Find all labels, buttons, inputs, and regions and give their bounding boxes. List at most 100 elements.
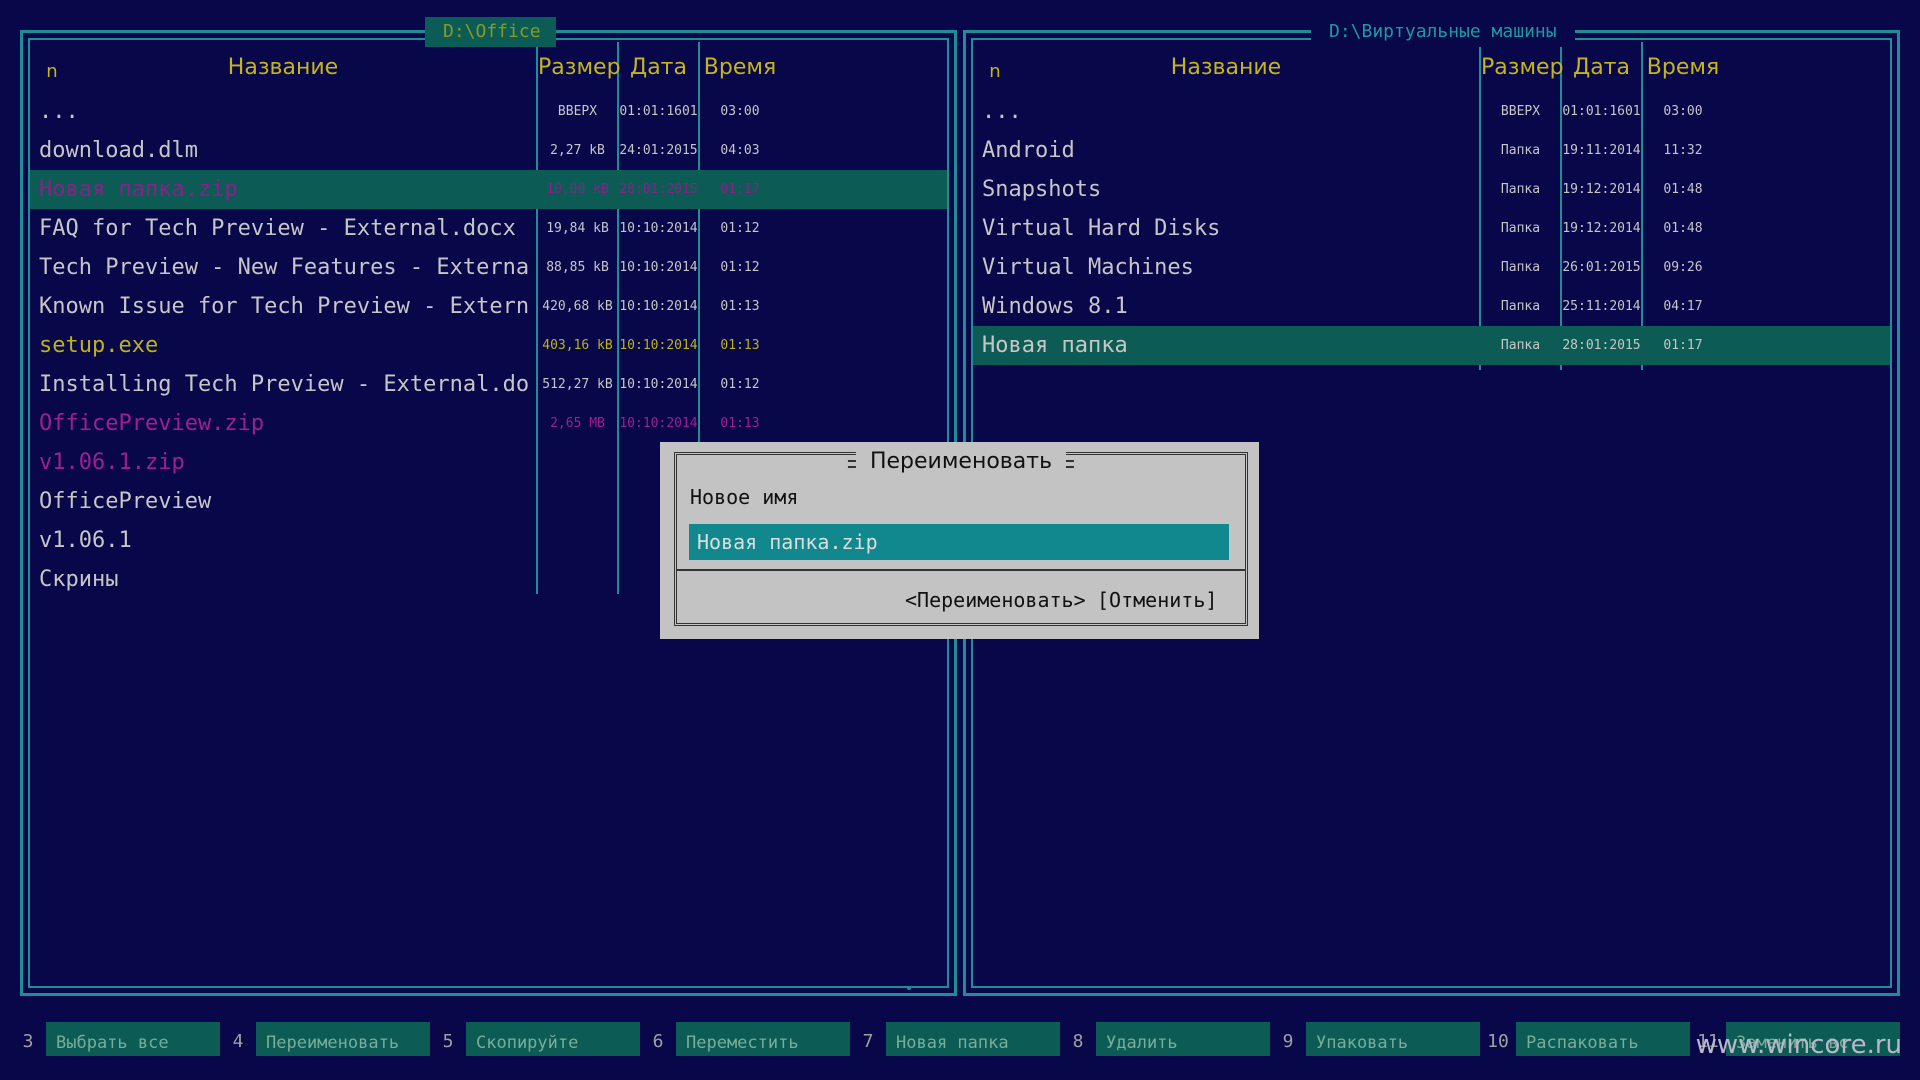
file-name: ... — [39, 99, 79, 124]
rename-button[interactable]: <Переименовать> — [905, 588, 1086, 612]
function-key-button[interactable]: Упаковать — [1306, 1022, 1480, 1056]
file-date: 10:10:2014 — [619, 338, 698, 353]
file-size: Папка — [1500, 260, 1541, 275]
left-panel-path: D:\Office — [425, 17, 556, 47]
file-size: Папка — [1500, 182, 1541, 197]
header-time[interactable]: Время — [700, 50, 780, 86]
header-date[interactable]: Дата — [619, 50, 698, 86]
rename-dialog: Переименовать Новое имя <Переименовать> … — [660, 442, 1259, 639]
file-date: 19:12:2014 — [1562, 182, 1641, 197]
header-name[interactable]: Название — [973, 50, 1479, 86]
file-name: Installing Tech Preview - External.docx — [39, 372, 529, 397]
file-name: Tech Preview - New Features - External.d… — [39, 255, 529, 280]
header-date[interactable]: Дата — [1562, 50, 1641, 86]
file-time: 09:26 — [1663, 260, 1703, 275]
file-size: Папка — [1500, 299, 1541, 314]
file-row[interactable]: OfficePreview.zip 2,65 MB 10:10:2014 01:13 — [30, 404, 947, 443]
file-time: 01:13 — [720, 338, 760, 353]
file-name: Known Issue for Tech Preview - External.… — [39, 294, 529, 319]
file-size — [538, 521, 617, 560]
file-time: 03:00 — [720, 104, 760, 119]
file-date: 10:10:2014 — [619, 377, 698, 392]
file-time: 01:13 — [720, 416, 760, 431]
file-name: v1.06.1 — [39, 528, 132, 553]
file-name: download.dlm — [39, 138, 198, 163]
file-row[interactable]: Virtual Hard Disks Папка 19:12:2014 01:48 — [973, 209, 1890, 248]
function-key-button[interactable]: Переименовать — [256, 1022, 430, 1056]
function-key-button[interactable]: Выбрать все — [46, 1022, 220, 1056]
function-key-number: 10 — [1487, 1031, 1509, 1052]
file-size: 2,65 MB — [550, 416, 605, 431]
file-time: 01:13 — [720, 299, 760, 314]
file-name: Snapshots — [982, 177, 1102, 202]
function-key-button[interactable]: Переместить — [676, 1022, 850, 1056]
file-row[interactable]: Новая папка Папка 28:01:2015 01:17 — [973, 326, 1890, 365]
file-row[interactable]: Android Папка 19:11:2014 11:32 — [973, 131, 1890, 170]
file-row[interactable]: Installing Tech Preview - External.docx 5… — [30, 365, 947, 404]
file-time: 01:12 — [720, 377, 760, 392]
file-time: 01:17 — [1663, 338, 1703, 353]
file-row[interactable]: download.dlm 2,27 kB 24:01:2015 04:03 — [30, 131, 947, 170]
header-time[interactable]: Время — [1643, 50, 1723, 86]
header-size[interactable]: Размер — [538, 50, 621, 86]
function-key-button[interactable]: Распаковать — [1516, 1022, 1690, 1056]
function-key-button[interactable]: Удалить — [1096, 1022, 1270, 1056]
file-date: 10:10:2014 — [619, 221, 698, 236]
function-key-number: 4 — [232, 1031, 244, 1052]
file-row[interactable]: Virtual Machines Папка 26:01:2015 09:26 — [973, 248, 1890, 287]
file-size: 10,00 kB — [546, 182, 609, 197]
function-key-number: 9 — [1282, 1031, 1294, 1052]
file-time: 01:12 — [720, 221, 760, 236]
file-date: 19:12:2014 — [1562, 221, 1641, 236]
file-time: 01:48 — [1663, 221, 1703, 236]
file-size: Папка — [1500, 221, 1541, 236]
file-date: 25:11:2014 — [1562, 299, 1641, 314]
file-name: setup.exe — [39, 333, 159, 358]
file-size: 512,27 kB — [542, 377, 613, 392]
header-name[interactable]: Название — [30, 50, 536, 86]
file-time: 11:32 — [1663, 143, 1703, 158]
new-name-input[interactable] — [689, 524, 1229, 560]
cancel-button[interactable]: [Отменить] — [1097, 588, 1217, 612]
file-row[interactable]: Snapshots Папка 19:12:2014 01:48 — [973, 170, 1890, 209]
file-size — [538, 443, 617, 482]
file-row[interactable]: ... ВВЕРХ 01:01:1601 03:00 — [30, 92, 947, 131]
file-size — [538, 560, 617, 599]
file-name: Virtual Machines — [982, 255, 1194, 280]
file-time: 01:17 — [720, 182, 760, 197]
file-time: 04:17 — [1663, 299, 1703, 314]
file-date: 10:10:2014 — [619, 260, 698, 275]
file-name: OfficePreview — [39, 489, 212, 514]
file-size: 88,85 kB — [546, 260, 609, 275]
file-row[interactable]: Known Issue for Tech Preview - External.… — [30, 287, 947, 326]
right-panel-path: D:\Виртуальные машины — [1311, 17, 1575, 47]
header-size[interactable]: Размер — [1481, 50, 1564, 86]
file-date: 10:10:2014 — [619, 416, 698, 431]
file-name: Новая папка — [982, 333, 1128, 358]
file-row[interactable]: Windows 8.1 Папка 25:11:2014 04:17 — [973, 287, 1890, 326]
function-key-button[interactable]: Новая папка — [886, 1022, 1060, 1056]
file-row[interactable]: FAQ for Tech Preview - External.docx 19,8… — [30, 209, 947, 248]
file-date: 28:01:2015 — [619, 182, 698, 197]
function-key-number: 6 — [652, 1031, 664, 1052]
file-name: Windows 8.1 — [982, 294, 1128, 319]
file-row[interactable]: setup.exe 403,16 kB 10:10:2014 01:13 — [30, 326, 947, 365]
watermark: www.wincore.ru — [1695, 1030, 1902, 1060]
file-time: 04:03 — [720, 143, 760, 158]
file-date: 28:01:2015 — [1562, 338, 1641, 353]
function-key-bar: 3 Выбрать все 4 Переименовать 5 Скопируйте 6 Пе… — [0, 1022, 1920, 1056]
file-size: 403,16 kB — [542, 338, 613, 353]
file-name: ... — [982, 99, 1022, 124]
function-key-button[interactable]: Скопируйте — [466, 1022, 640, 1056]
file-name: OfficePreview.zip — [39, 411, 265, 436]
file-row[interactable]: Tech Preview - New Features - External.d… — [30, 248, 947, 287]
file-time: 03:00 — [1663, 104, 1703, 119]
file-row[interactable]: Новая папка.zip 10,00 kB 28:01:2015 01:17 — [30, 170, 947, 209]
scroll-indicator — [907, 986, 911, 990]
function-key-number: 8 — [1072, 1031, 1084, 1052]
file-size: 19,84 kB — [546, 221, 609, 236]
file-name: Android — [982, 138, 1075, 163]
file-row[interactable]: ... ВВЕРХ 01:01:1601 03:00 — [973, 92, 1890, 131]
function-key-number: 5 — [442, 1031, 454, 1052]
dialog-frame: Переименовать Новое имя <Переименовать> … — [674, 450, 1248, 626]
